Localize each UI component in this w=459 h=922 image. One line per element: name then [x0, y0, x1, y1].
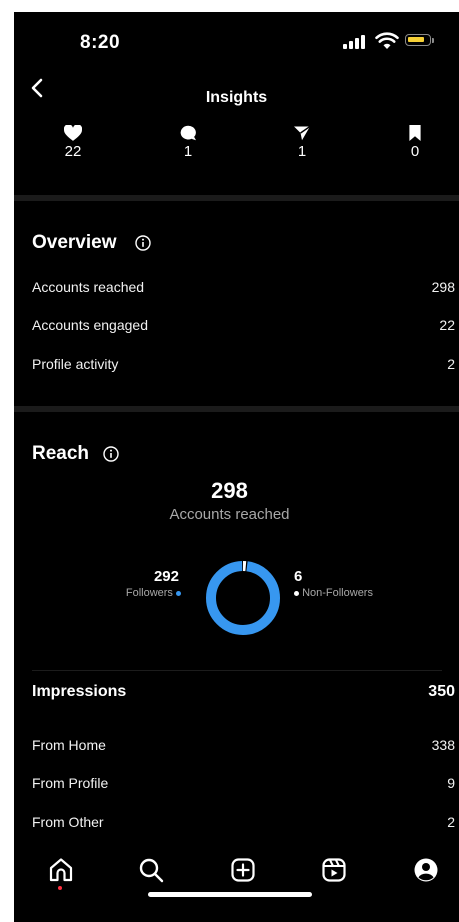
profile-activity-value: 2: [447, 356, 455, 372]
donut-followers-segment: [206, 561, 280, 635]
non-followers-legend: Non-Followers: [294, 587, 373, 599]
from-profile-label: From Profile: [32, 775, 109, 791]
overview-info-icon[interactable]: [135, 235, 151, 251]
bookmark-icon: [409, 125, 421, 141]
reach-donut-chart: [206, 561, 280, 635]
reach-total-label: Accounts reached: [169, 506, 290, 523]
reach-total: 298: [211, 478, 248, 503]
saves-stat: 0: [385, 125, 445, 160]
signal-icon: [343, 32, 367, 50]
from-other-label: From Other: [32, 814, 104, 830]
non-followers-label: Non-Followers: [302, 587, 373, 599]
comment-icon: [180, 125, 196, 141]
likes-stat: 22: [43, 125, 103, 160]
followers-legend: Followers: [126, 587, 181, 599]
wifi-icon: [375, 32, 399, 49]
from-profile-value: 9: [447, 775, 455, 791]
comments-count: 1: [183, 143, 193, 160]
section-divider: [14, 195, 459, 201]
share-icon: [294, 125, 311, 141]
profile-activity-label: Profile activity: [32, 356, 119, 372]
shares-count: 1: [297, 143, 307, 160]
reach-info-icon[interactable]: [103, 446, 119, 462]
search-icon[interactable]: [137, 856, 165, 884]
overview-title: Overview: [32, 232, 117, 253]
accounts-engaged-label: Accounts engaged: [32, 317, 148, 333]
create-icon[interactable]: [229, 856, 257, 884]
profile-icon[interactable]: [412, 856, 440, 884]
battery-icon: [405, 34, 431, 46]
impressions-value: 350: [428, 683, 455, 700]
status-icons: [343, 32, 435, 50]
non-followers-value: 6: [294, 568, 303, 585]
followers-label: Followers: [125, 587, 173, 599]
bottom-nav: [14, 846, 459, 920]
reels-icon[interactable]: [320, 856, 348, 884]
likes-count: 22: [64, 143, 82, 160]
reach-separator: [32, 670, 442, 671]
active-tab-dot: [58, 886, 62, 890]
home-icon[interactable]: [47, 856, 75, 884]
section-divider: [14, 406, 459, 412]
followers-value: 292: [153, 568, 179, 585]
accounts-engaged-value: 22: [439, 317, 455, 333]
status-time: 8:20: [80, 32, 121, 53]
from-home-label: From Home: [32, 737, 106, 753]
non-followers-dot: [294, 590, 299, 596]
followers-dot: [176, 590, 181, 596]
from-other-value: 2: [447, 814, 455, 830]
heart-icon: [64, 125, 82, 141]
saves-count: 0: [410, 143, 420, 160]
comments-stat: 1: [158, 125, 218, 160]
shares-stat: 1: [272, 125, 332, 160]
page-title: Insights: [205, 89, 268, 106]
accounts-reached-value: 298: [431, 279, 455, 295]
home-indicator[interactable]: [148, 892, 312, 897]
accounts-reached-label: Accounts reached: [32, 279, 145, 295]
from-home-value: 338: [431, 737, 455, 753]
reach-title: Reach: [32, 443, 90, 464]
impressions-title: Impressions: [32, 683, 127, 700]
